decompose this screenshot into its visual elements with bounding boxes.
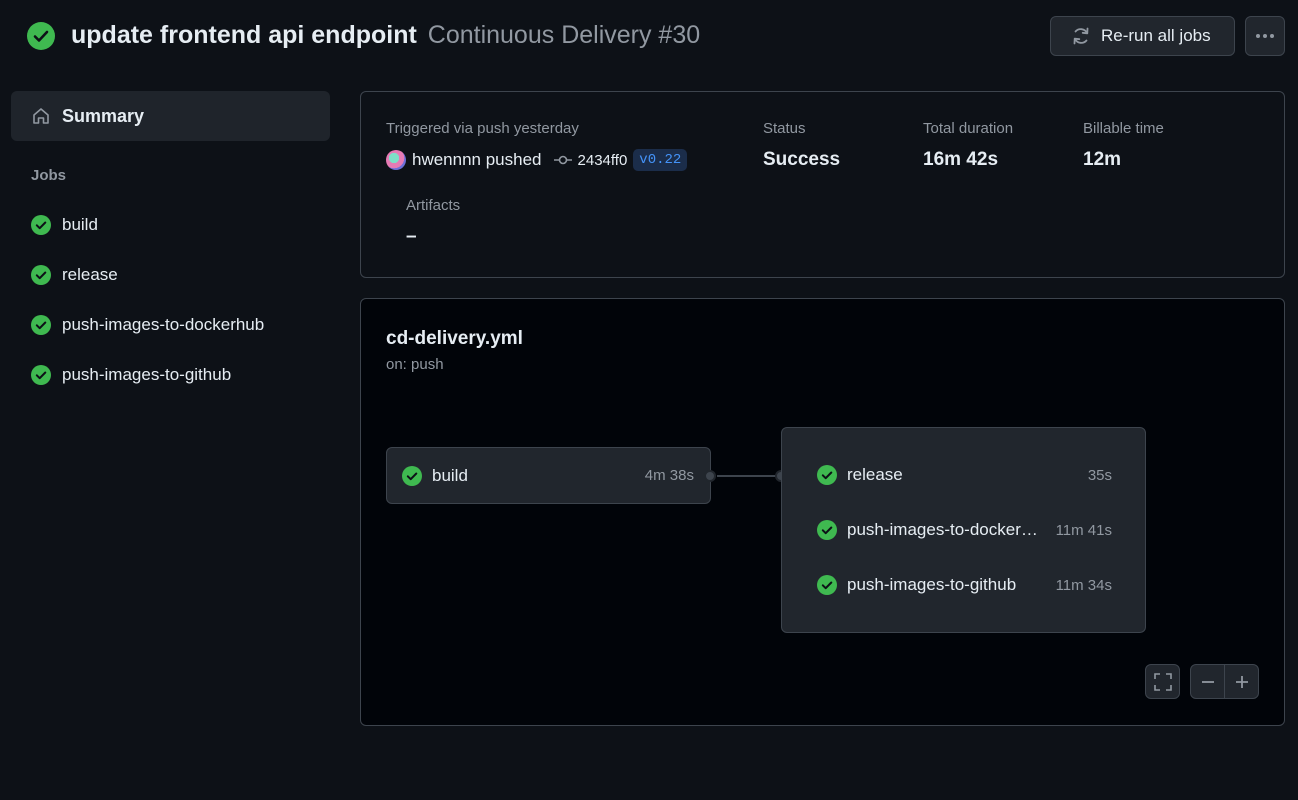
sidebar-item-build[interactable]: build — [11, 205, 330, 245]
sidebar-item-release[interactable]: release — [11, 255, 330, 295]
graph-job-duration: 11m 41s — [1055, 521, 1112, 539]
sync-icon — [1073, 27, 1089, 45]
graph-node-release[interactable]: release 35s — [817, 457, 1112, 493]
duration-value: 16m 42s — [923, 149, 999, 170]
graph-job-label: build — [432, 465, 468, 485]
sidebar-item-push-images-to-dockerhub[interactable]: push-images-to-dockerhub — [11, 305, 330, 345]
billable-value: 12m — [1083, 149, 1122, 170]
connector-dot — [704, 470, 716, 482]
job-label: push-images-to-dockerhub — [62, 315, 265, 334]
page-title: update frontend api endpoint Continuous … — [71, 19, 700, 51]
graph-job-duration: 35s — [1087, 466, 1112, 484]
workflow-run-name: Continuous Delivery #30 — [427, 21, 701, 49]
sidebar-item-summary[interactable]: Summary — [11, 91, 330, 141]
job-label: release — [62, 265, 118, 284]
check-circle-icon — [31, 215, 51, 235]
graph-job-duration: 4m 38s — [644, 467, 694, 484]
artifacts-value: – — [406, 226, 417, 247]
more-options-button[interactable] — [1245, 16, 1285, 56]
push-info: hwennnn pushed 2434ff0 v0.22 — [386, 149, 688, 171]
fullscreen-button[interactable] — [1145, 664, 1180, 699]
branch-tag[interactable]: v0.22 — [633, 149, 688, 171]
minus-icon — [1201, 680, 1214, 683]
graph-job-label: push-images-to-github — [847, 575, 1017, 594]
zoom-in-button[interactable] — [1224, 664, 1259, 699]
fullscreen-icon — [1153, 672, 1172, 691]
run-summary-card: Triggered via push yesterday hwennnn pus… — [360, 91, 1285, 278]
git-commit-icon — [553, 155, 572, 165]
sidebar-item-push-images-to-github[interactable]: push-images-to-github — [11, 355, 330, 395]
avatar[interactable] — [386, 150, 406, 170]
artifacts-label: Artifacts — [406, 197, 461, 214]
graph-job-duration: 11m 34s — [1055, 576, 1112, 594]
graph-node-build[interactable]: build 4m 38s — [386, 447, 711, 504]
check-circle-icon — [31, 365, 51, 385]
workflow-trigger: on: push — [386, 356, 444, 373]
rerun-all-jobs-button[interactable]: Re-run all jobs — [1050, 16, 1235, 56]
rerun-label: Re-run all jobs — [1101, 26, 1211, 45]
graph-node-push-images-to-github[interactable]: push-images-to-github 11m 34s — [817, 567, 1112, 603]
check-circle-icon — [31, 265, 51, 285]
home-icon — [33, 108, 49, 124]
graph-node-push-images-to-dockerhub[interactable]: push-images-to-dockerhub 11m 41s — [817, 512, 1112, 548]
check-circle-icon — [817, 520, 837, 540]
commit-link[interactable]: 2434ff0 — [553, 151, 628, 169]
kebab-horizontal-icon — [1256, 34, 1274, 38]
check-circle-icon — [402, 465, 422, 486]
sidebar-summary-label: Summary — [62, 105, 145, 126]
commit-sha: 2434ff0 — [577, 151, 628, 169]
billable-label: Billable time — [1083, 120, 1164, 137]
workflow-graph-card: cd-delivery.yml on: push build 4m 38s re… — [360, 298, 1285, 726]
run-success-icon — [27, 22, 55, 50]
graph-job-label: push-images-to-dockerhub — [847, 520, 1046, 539]
graph-connector — [717, 475, 781, 477]
check-circle-icon — [31, 315, 51, 335]
commit-title: update frontend api endpoint — [71, 21, 417, 49]
job-label: build — [62, 215, 98, 234]
status-label: Status — [763, 120, 806, 137]
check-circle-icon — [817, 575, 837, 595]
duration-label: Total duration — [923, 120, 1014, 137]
workflow-file-name[interactable]: cd-delivery.yml — [386, 328, 523, 350]
job-label: push-images-to-github — [62, 365, 232, 384]
check-circle-icon — [817, 465, 837, 485]
jobs-heading: Jobs — [31, 167, 67, 184]
graph-job-group: release 35s push-images-to-dockerhub 11m… — [781, 427, 1146, 633]
status-value: Success — [763, 149, 841, 170]
graph-job-label: release — [847, 465, 903, 484]
plus-icon — [1235, 675, 1248, 688]
actor-pushed[interactable]: hwennnn pushed — [412, 150, 542, 170]
zoom-out-button[interactable] — [1190, 664, 1225, 699]
trigger-label: Triggered via push yesterday — [386, 120, 579, 137]
